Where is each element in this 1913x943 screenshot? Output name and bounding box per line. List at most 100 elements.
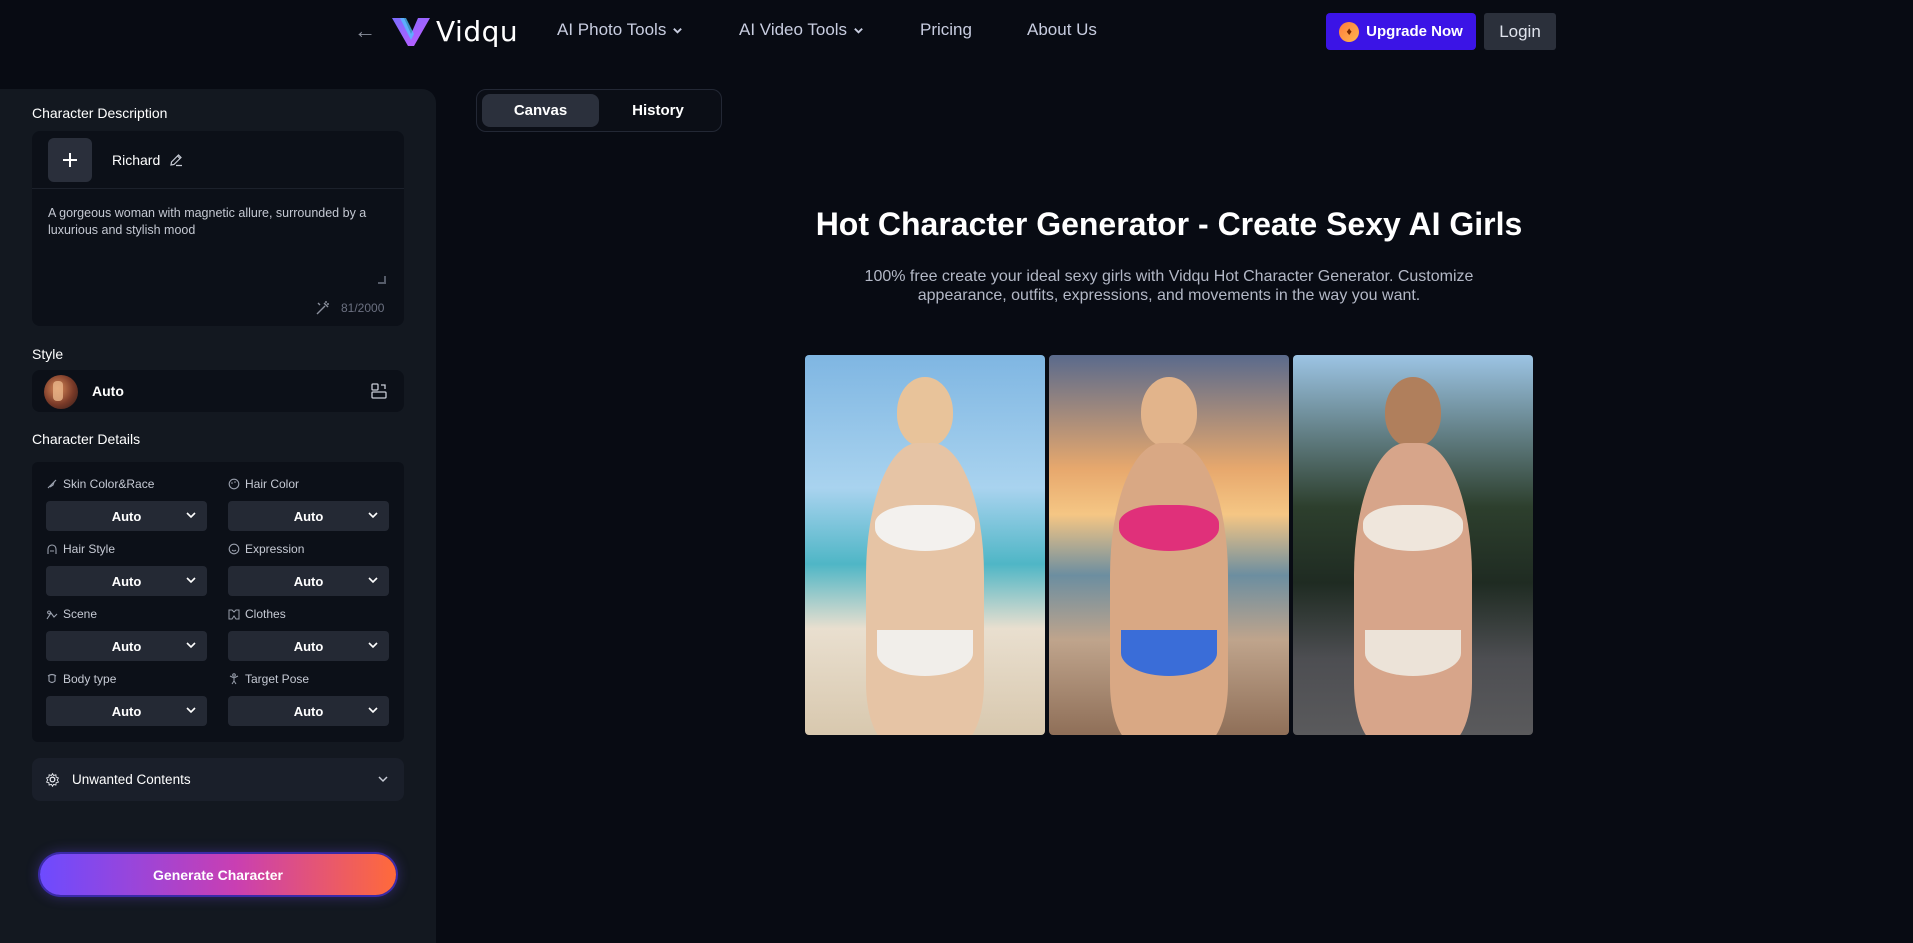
description-textarea[interactable]: A gorgeous woman with magnetic allure, s… — [48, 205, 393, 239]
nav-pricing[interactable]: Pricing — [920, 20, 972, 40]
chevron-down-icon — [378, 776, 388, 783]
nav-about-us[interactable]: About Us — [1027, 20, 1097, 40]
hair-color-label: Hair Color — [228, 477, 299, 491]
skin-color-value: Auto — [111, 508, 142, 524]
page-title: Hot Character Generator - Create Sexy AI… — [815, 206, 1523, 242]
target-pose-label: Target Pose — [228, 672, 309, 686]
logo-icon — [392, 18, 430, 46]
smile-icon — [228, 543, 240, 555]
description-divider — [32, 188, 404, 189]
add-character-button[interactable] — [48, 138, 92, 182]
body-type-select[interactable]: Auto — [46, 696, 207, 726]
generate-character-button[interactable]: Generate Character — [40, 854, 396, 895]
clothes-value: Auto — [293, 638, 324, 654]
body-type-label: Body type — [46, 672, 116, 686]
gear-icon — [45, 772, 60, 787]
brush-icon — [47, 479, 57, 489]
unwanted-contents-toggle[interactable]: Unwanted Contents — [32, 758, 404, 801]
style-title: Style — [32, 346, 64, 362]
figure-body — [1354, 443, 1472, 735]
hair-style-select[interactable]: Auto — [46, 566, 207, 596]
clothes-label: Clothes — [228, 607, 286, 621]
expression-value: Auto — [293, 573, 324, 589]
palette-icon — [228, 478, 240, 490]
character-details-card: Skin Color&Race Auto Hair Color Auto Hai… — [32, 462, 404, 742]
scene-icon — [46, 610, 58, 620]
chevron-down-icon — [186, 512, 196, 519]
unwanted-contents-label: Unwanted Contents — [72, 772, 191, 787]
plus-icon — [63, 153, 77, 167]
example-image-3[interactable] — [1293, 355, 1533, 735]
page-subtitle: 100% free create your ideal sexy girls w… — [864, 268, 1474, 304]
figure-body — [866, 443, 984, 735]
scene-label: Scene — [46, 607, 97, 621]
skin-color-select[interactable]: Auto — [46, 501, 207, 531]
figure-head — [897, 377, 953, 447]
magic-wand-icon[interactable] — [315, 300, 331, 316]
hair-color-value: Auto — [293, 508, 324, 524]
character-description-title: Character Description — [32, 105, 168, 121]
style-selector[interactable]: Auto — [32, 370, 404, 412]
resize-handle-icon[interactable] — [378, 276, 386, 284]
nav-ai-video-tools[interactable]: AI Video Tools — [739, 20, 864, 40]
example-image-2[interactable] — [1049, 355, 1289, 735]
body-icon — [47, 673, 57, 684]
example-image-1[interactable] — [805, 355, 1045, 735]
figure-bottom — [1121, 630, 1217, 676]
target-pose-value: Auto — [293, 703, 324, 719]
expression-label-text: Expression — [245, 542, 305, 556]
logo-text: Vidqu — [436, 14, 519, 48]
login-button[interactable]: Login — [1484, 13, 1556, 50]
nav-about-us-label: About Us — [1027, 20, 1097, 39]
nav-pricing-label: Pricing — [920, 20, 972, 39]
diamond-icon: ♦ — [1339, 21, 1360, 42]
skin-color-label-text: Skin Color&Race — [63, 477, 155, 491]
top-nav: ← Vidqu AI Photo Tools AI Video Tools Pr… — [0, 0, 1913, 62]
chevron-down-icon — [673, 27, 683, 34]
view-tabs: Canvas History — [476, 89, 722, 132]
hair-style-value: Auto — [111, 573, 142, 589]
nav-ai-photo-tools[interactable]: AI Photo Tools — [557, 20, 683, 40]
chevron-down-icon — [186, 642, 196, 649]
chevron-down-icon — [854, 27, 863, 34]
hair-color-select[interactable]: Auto — [228, 501, 389, 531]
scene-select[interactable]: Auto — [46, 631, 207, 661]
back-arrow-icon[interactable]: ← — [352, 18, 378, 44]
style-value: Auto — [92, 383, 124, 399]
chevron-down-icon — [186, 707, 196, 714]
tab-canvas[interactable]: Canvas — [482, 94, 599, 127]
figure-bottom — [1365, 630, 1461, 676]
figure-top — [875, 505, 975, 551]
chevron-down-icon — [368, 707, 378, 714]
description-card: Richard A gorgeous woman with magnetic a… — [32, 131, 404, 326]
scene-value: Auto — [111, 638, 142, 654]
hair-style-label: Hair Style — [46, 542, 115, 556]
character-count: 81/2000 — [341, 301, 385, 315]
figure-bottom — [877, 630, 973, 676]
body-type-label-text: Body type — [63, 672, 117, 686]
chevron-down-icon — [368, 577, 378, 584]
figure-body — [1110, 443, 1228, 735]
hair-icon — [47, 544, 57, 554]
hair-style-label-text: Hair Style — [63, 542, 116, 556]
logo[interactable]: Vidqu — [390, 12, 518, 50]
edit-icon[interactable] — [169, 153, 183, 167]
swap-style-icon[interactable] — [370, 382, 388, 400]
upgrade-now-button[interactable]: ♦ Upgrade Now — [1326, 13, 1476, 50]
character-name[interactable]: Richard — [112, 152, 183, 168]
expression-label: Expression — [228, 542, 304, 556]
scene-label-text: Scene — [63, 607, 98, 621]
skin-color-label: Skin Color&Race — [46, 477, 154, 491]
target-pose-select[interactable]: Auto — [228, 696, 389, 726]
clothes-icon — [228, 609, 240, 620]
body-type-value: Auto — [111, 703, 142, 719]
target-pose-label-text: Target Pose — [245, 672, 310, 686]
chevron-down-icon — [186, 577, 196, 584]
figure-top — [1119, 505, 1219, 551]
clothes-select[interactable]: Auto — [228, 631, 389, 661]
tab-history[interactable]: History — [599, 94, 717, 127]
figure-head — [1385, 377, 1441, 447]
figure-top — [1363, 505, 1463, 551]
style-thumbnail — [44, 375, 78, 409]
expression-select[interactable]: Auto — [228, 566, 389, 596]
